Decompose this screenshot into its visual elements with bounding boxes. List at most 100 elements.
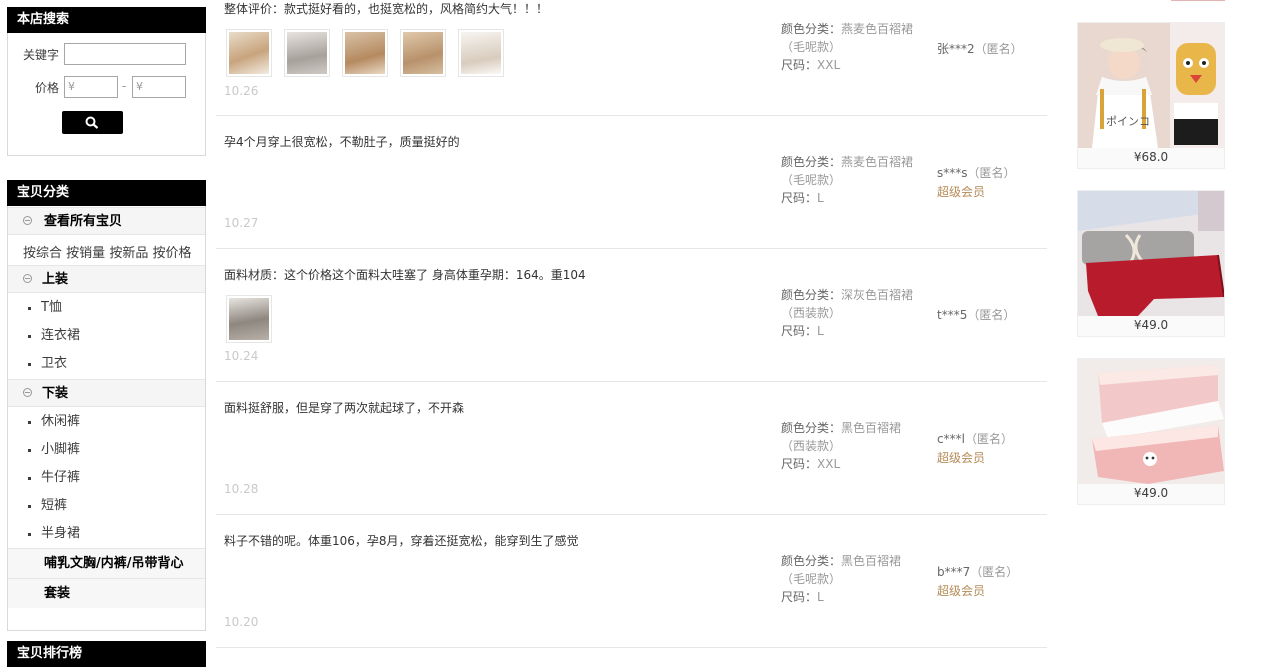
sku-size-value: L (817, 324, 824, 338)
sku-size-label: 尺码： (781, 58, 818, 72)
category-item-label: 连衣裙 (41, 328, 81, 343)
review-date: 10.28 (224, 482, 259, 496)
sort-sales-link[interactable]: 按销量 (66, 246, 105, 261)
sku-color-label: 颜色分类： (781, 421, 842, 435)
product-image[interactable] (1078, 359, 1224, 484)
sku-size-label: 尺码： (781, 590, 818, 604)
category-item-skinny-pants[interactable]: 小脚裤 (8, 436, 205, 464)
category-item-label: T恤 (41, 300, 62, 315)
bullet-icon (28, 505, 31, 508)
price-min-input[interactable]: ¥ (64, 76, 118, 98)
category-item-jeans[interactable]: 牛仔裤 (8, 464, 205, 492)
review-item: 面料挺舒服，但是穿了两次就起球了，不开森 10.28 颜色分类：黑色百褶裙（西装… (216, 382, 1047, 515)
shop-search-panel: 关键字 价格 ¥ - ¥ (7, 33, 206, 156)
review-photo[interactable] (400, 29, 446, 77)
sku-color-label: 颜色分类： (781, 22, 842, 36)
category-item-shorts[interactable]: 短裤 (8, 492, 205, 520)
category-item-label: 牛仔裤 (41, 470, 81, 485)
product-price: ¥49.0 (1133, 486, 1169, 500)
reviewer-anonymous: （匿名） (974, 42, 1023, 56)
sort-newest-link[interactable]: 按新品 (109, 246, 148, 261)
category-item-label: 半身裙 (41, 526, 81, 541)
sort-price-link[interactable]: 按价格 (152, 246, 191, 261)
review-photo[interactable] (284, 29, 330, 77)
review-photo[interactable] (458, 29, 504, 77)
bullet-icon (28, 335, 31, 338)
collapse-icon (23, 388, 32, 397)
review-text: 整体评价：款式挺好看的，也挺宽松的，风格简约大气！！！ (224, 2, 549, 16)
review-photo[interactable] (226, 295, 272, 343)
bullet-icon (28, 421, 31, 424)
vip-badge: 超级会员 (937, 584, 986, 598)
review-photo[interactable] (226, 29, 272, 77)
review-photo[interactable] (342, 29, 388, 77)
category-item-tshirt[interactable]: T恤 (8, 294, 205, 322)
review-item: 面料材质：这个价格这个面料太哇塞了 身高体重孕期：164。重104 10.24 … (216, 249, 1047, 382)
search-button[interactable] (62, 111, 123, 134)
category-all[interactable]: 查看所有宝贝 (8, 207, 205, 235)
category-all-label: 查看所有宝贝 (44, 214, 123, 229)
vip-badge: 超级会员 (937, 185, 986, 199)
sku-size-label: 尺码： (781, 324, 818, 338)
sku-size-value: XXL (817, 457, 841, 471)
review-sku: 颜色分类：燕麦色百褶裙（毛呢款） 尺码：L (781, 153, 921, 207)
product-card[interactable]: ¥49.0 (1077, 358, 1225, 505)
sku-color-label: 颜色分类： (781, 554, 842, 568)
category-group-tops[interactable]: 上装 (8, 265, 205, 293)
review-sku: 颜色分类：黑色百褶裙（毛呢款） 尺码：L (781, 552, 921, 606)
category-item-label: 短裤 (41, 498, 68, 513)
reviewer: c***l（匿名） (937, 430, 1013, 448)
product-image[interactable] (1078, 191, 1224, 316)
category-item-skirt[interactable]: 半身裙 (8, 520, 205, 548)
reviewer-name: s***s (937, 166, 968, 180)
bullet-icon (28, 449, 31, 452)
review-item: 整体评价：款式挺好看的，也挺宽松的，风格简约大气！！！ 10.26 颜色分类：燕… (216, 0, 1047, 116)
category-item-dress[interactable]: 连衣裙 (8, 322, 205, 350)
price-separator: - (122, 79, 127, 93)
category-item-hoodie[interactable]: 卫衣 (8, 350, 205, 378)
product-image[interactable]: ポインコ (1078, 23, 1224, 148)
category-item-label: 小脚裤 (41, 442, 81, 457)
reviewer-anonymous: （匿名） (967, 308, 1016, 322)
category-label: 哺乳文胸/内裤/吊带背心 (44, 556, 184, 571)
reviewer-name: 张***2 (937, 42, 975, 56)
reviewer-name: t***5 (937, 308, 968, 322)
reviewer: b***7（匿名） (937, 563, 1018, 581)
category-group-label: 上装 (42, 272, 69, 287)
review-text: 面料挺舒服，但是穿了两次就起球了，不开森 (224, 401, 465, 415)
svg-text:ポインコ: ポインコ (1106, 115, 1150, 128)
sort-links: 按综合 按销量 按新品 按价格 (23, 242, 191, 261)
sku-color-label: 颜色分类： (781, 155, 842, 169)
keyword-label: 关键字 (23, 48, 60, 62)
review-item: 孕4个月穿上很宽松，不勒肚子，质量挺好的 10.27 颜色分类：燕麦色百褶裙（毛… (216, 116, 1047, 249)
reviewer: t***5（匿名） (937, 306, 1015, 324)
review-date: 10.27 (224, 216, 259, 230)
sort-comprehensive-link[interactable]: 按综合 (23, 246, 62, 261)
price-label: 价格 (35, 81, 60, 95)
reviewer-name: b***7 (937, 565, 971, 579)
sku-size-value: L (817, 590, 824, 604)
category-group-bottoms[interactable]: 下装 (8, 379, 205, 407)
review-date: 10.20 (224, 615, 259, 629)
review-text: 孕4个月穿上很宽松，不勒肚子，质量挺好的 (224, 135, 460, 149)
sku-size-value: XXL (817, 58, 841, 72)
category-item-label: 休闲裤 (41, 414, 81, 429)
review-sku: 颜色分类：深灰色百褶裙（西装款） 尺码：L (781, 286, 921, 340)
collapse-icon (23, 274, 32, 283)
sku-size-label: 尺码： (781, 191, 818, 205)
reviewer: s***s（匿名） (937, 164, 1016, 182)
category-item-label: 卫衣 (41, 356, 68, 371)
category-label: 套装 (44, 586, 71, 601)
product-card[interactable]: ポインコ ¥68.0 (1077, 22, 1225, 169)
bullet-icon (28, 307, 31, 310)
category-item-casual-pants[interactable]: 休闲裤 (8, 408, 205, 436)
keyword-input[interactable] (64, 43, 186, 65)
price-max-input[interactable]: ¥ (132, 76, 186, 98)
category-nursing-underwear[interactable]: 哺乳文胸/内裤/吊带背心 (8, 548, 205, 578)
sku-color-label: 颜色分类： (781, 288, 842, 302)
sku-size-value: L (817, 191, 824, 205)
category-sets[interactable]: 套装 (8, 578, 205, 608)
product-card[interactable]: ¥49.0 (1077, 190, 1225, 337)
review-item: 料子不错的呢。体重106，孕8月，穿着还挺宽松，能穿到生了感觉 10.20 颜色… (216, 515, 1047, 648)
bullet-icon (28, 477, 31, 480)
